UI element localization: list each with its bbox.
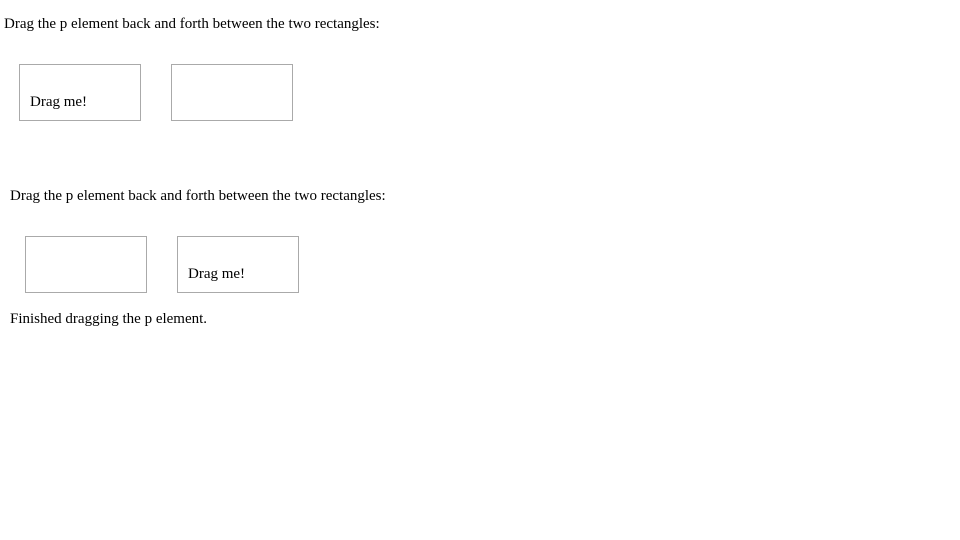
draggable-paragraph[interactable]: Drag me!: [188, 265, 245, 283]
drop-target-right[interactable]: Drag me!: [177, 236, 299, 293]
draggable-paragraph[interactable]: Drag me!: [30, 93, 87, 111]
instruction-text: Drag the p element back and forth betwee…: [4, 16, 380, 32]
instruction-text: Drag the p element back and forth betwee…: [10, 188, 386, 204]
drop-target-left[interactable]: Drag me!: [19, 64, 141, 121]
drag-status-text: Finished dragging the p element.: [10, 311, 208, 327]
drop-target-right[interactable]: [171, 64, 293, 121]
drop-target-left[interactable]: [25, 236, 147, 293]
